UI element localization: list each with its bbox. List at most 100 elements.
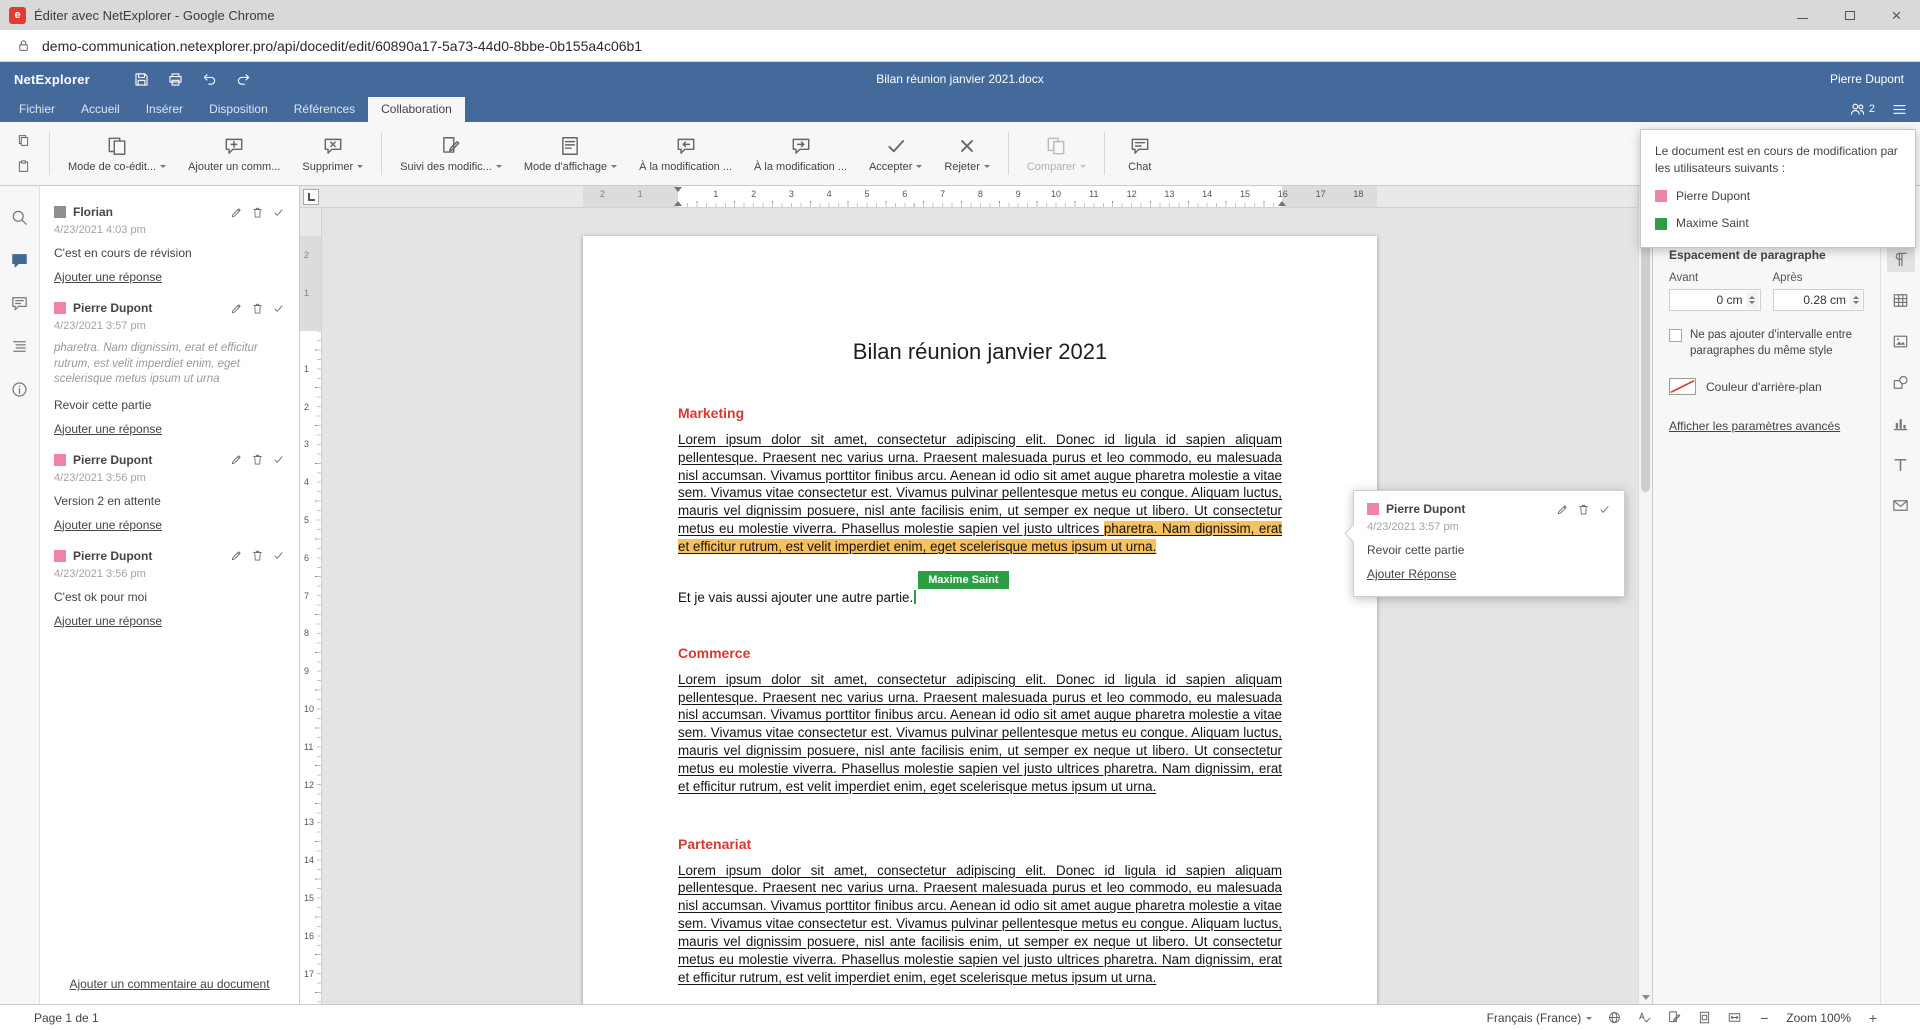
tab-accueil[interactable]: Accueil (68, 97, 133, 122)
compare-icon (1045, 135, 1067, 157)
pencil-icon[interactable] (230, 302, 243, 315)
right-rail-shape-settings-button[interactable] (1887, 369, 1915, 395)
paste-button[interactable] (11, 156, 35, 178)
spacing-before-label: Avant (1669, 272, 1761, 284)
edit-comment-icon[interactable] (1556, 503, 1569, 516)
trash-icon[interactable] (251, 453, 264, 466)
save-button[interactable] (128, 66, 156, 92)
pencil-icon[interactable] (230, 453, 243, 466)
toolbar-mode-de-co-edit[interactable]: Mode de co-édit... (57, 122, 177, 185)
fit-page-icon[interactable] (1697, 1010, 1712, 1025)
left-rail-about-button[interactable] (6, 376, 34, 402)
comment-item[interactable]: Pierre Dupont4/23/2021 3:56 pmC'est ok p… (40, 538, 299, 634)
delete-comment-icon[interactable] (1577, 503, 1590, 516)
spinner-arrows[interactable] (1746, 291, 1759, 309)
tab-disposition[interactable]: Disposition (196, 97, 281, 122)
horizontal-ruler[interactable]: 12345678910111213141516171812 (300, 186, 1638, 208)
ruler-number: 17 (1316, 189, 1326, 199)
url-text[interactable]: demo-communication.netexplorer.pro/api/d… (42, 38, 642, 54)
document-scrollbar[interactable] (1638, 186, 1652, 1004)
comment-reply-link[interactable]: Ajouter une réponse (54, 518, 162, 532)
background-color-control[interactable]: Couleur d'arrière-plan (1669, 378, 1864, 395)
check-icon[interactable] (272, 453, 285, 466)
toolbar-ajouter-un-comm[interactable]: Ajouter un comm... (177, 122, 291, 185)
document-page[interactable]: Bilan réunion janvier 2021 MarketingLore… (583, 236, 1377, 1004)
right-rail-paragraph-settings-button[interactable] (1887, 246, 1915, 272)
checkbox-box[interactable] (1669, 329, 1682, 342)
spacing-after-input[interactable]: 0.28 cm (1773, 289, 1865, 311)
scrollbar-thumb[interactable] (1641, 212, 1650, 492)
collaborators-button[interactable]: 2 (1849, 101, 1875, 118)
spacing-before-input[interactable]: 0 cm (1669, 289, 1761, 311)
check-icon[interactable] (272, 302, 285, 315)
background-color-swatch-icon[interactable] (1669, 378, 1696, 395)
hamburger-menu-icon[interactable] (1891, 101, 1908, 118)
pencil-icon[interactable] (230, 549, 243, 562)
left-indent-marker[interactable] (674, 197, 682, 206)
comment-reply-link[interactable]: Ajouter une réponse (54, 270, 162, 284)
comment-item[interactable]: Florian4/23/2021 4:03 pmC'est en cours d… (40, 194, 299, 290)
add-document-comment-link[interactable]: Ajouter un commentaire au document (69, 977, 269, 991)
spinner-arrows[interactable] (1849, 291, 1862, 309)
comment-reply-link[interactable]: Ajouter une réponse (54, 614, 162, 628)
collaborator-caret (914, 590, 916, 604)
lock-icon[interactable] (16, 38, 31, 53)
toolbar-supprimer[interactable]: Supprimer (291, 122, 374, 185)
toolbar-a-la-modification[interactable]: À la modification ... (743, 122, 858, 185)
vertical-ruler[interactable]: 123456789101112131415161712 (300, 208, 322, 1004)
left-rail-comments-button[interactable] (6, 247, 34, 273)
toolbar-suivi-des-modific[interactable]: Suivi des modific... (389, 122, 513, 185)
maximize-button[interactable] (1826, 0, 1873, 30)
first-line-indent-marker[interactable] (674, 187, 682, 196)
undo-button[interactable] (196, 66, 224, 92)
toolbar-mode-d-affichage[interactable]: Mode d'affichage (513, 122, 628, 185)
comment-item[interactable]: Pierre Dupont4/23/2021 3:56 pmVersion 2 … (40, 442, 299, 538)
toolbar-chat[interactable]: Chat (1112, 122, 1168, 185)
minimize-button[interactable] (1779, 0, 1826, 30)
toolbar-rejeter[interactable]: Rejeter (933, 122, 1000, 185)
scroll-down-arrow[interactable] (1639, 990, 1652, 1004)
tabstop-selector[interactable] (303, 189, 319, 205)
tab-collaboration[interactable]: Collaboration (368, 97, 465, 122)
no-interval-checkbox[interactable]: Ne pas ajouter d'intervalle entre paragr… (1669, 328, 1864, 359)
zoom-out-button[interactable]: − (1757, 1010, 1771, 1026)
right-rail-image-settings-button[interactable] (1887, 328, 1915, 354)
check-icon[interactable] (272, 549, 285, 562)
close-button[interactable]: × (1873, 0, 1920, 30)
comment-reply-link[interactable]: Ajouter Réponse (1367, 567, 1456, 581)
trash-icon[interactable] (251, 549, 264, 562)
resolve-comment-icon[interactable] (1598, 503, 1611, 516)
fit-width-icon[interactable] (1727, 1010, 1742, 1025)
editor-canvas[interactable]: 12345678910111213141516171812 1234567891… (300, 186, 1652, 1004)
toolbar-button-label: Ajouter un comm... (188, 161, 280, 173)
toolbar-accepter[interactable]: Accepter (858, 122, 933, 185)
tab-inserer[interactable]: Insérer (133, 97, 196, 122)
advanced-settings-link[interactable]: Afficher les paramètres avancés (1669, 419, 1840, 433)
set-language-icon[interactable] (1607, 1010, 1622, 1025)
right-rail-textart-settings-button[interactable] (1887, 451, 1915, 477)
comment-reply-link[interactable]: Ajouter une réponse (54, 422, 162, 436)
redo-button[interactable] (230, 66, 258, 92)
tab-references[interactable]: Références (281, 97, 368, 122)
left-rail-chat-button[interactable] (6, 290, 34, 316)
trash-icon[interactable] (251, 302, 264, 315)
comment-item[interactable]: Pierre Dupont4/23/2021 3:57 pmpharetra. … (40, 290, 299, 442)
tab-fichier[interactable]: Fichier (6, 97, 68, 122)
right-rail-mail-merge-settings-button[interactable] (1887, 492, 1915, 518)
browser-address-bar[interactable]: demo-communication.netexplorer.pro/api/d… (0, 30, 1920, 62)
left-rail-search-button[interactable] (6, 204, 34, 230)
toolbar-a-la-modification[interactable]: À la modification ... (628, 122, 743, 185)
page-scroll-area[interactable]: Bilan réunion janvier 2021 MarketingLore… (322, 208, 1638, 1004)
language-selector[interactable]: Français (France) (1487, 1011, 1593, 1025)
spellcheck-icon[interactable] (1637, 1010, 1652, 1025)
track-changes-icon[interactable] (1667, 1010, 1682, 1025)
copy-button[interactable] (11, 130, 35, 152)
zoom-in-button[interactable]: + (1866, 1010, 1880, 1026)
trash-icon[interactable] (251, 206, 264, 219)
check-icon[interactable] (272, 206, 285, 219)
right-rail-chart-settings-button[interactable] (1887, 410, 1915, 436)
right-rail-table-settings-button[interactable] (1887, 287, 1915, 313)
pencil-icon[interactable] (230, 206, 243, 219)
print-button[interactable] (162, 66, 190, 92)
left-rail-navigation-button[interactable] (6, 333, 34, 359)
